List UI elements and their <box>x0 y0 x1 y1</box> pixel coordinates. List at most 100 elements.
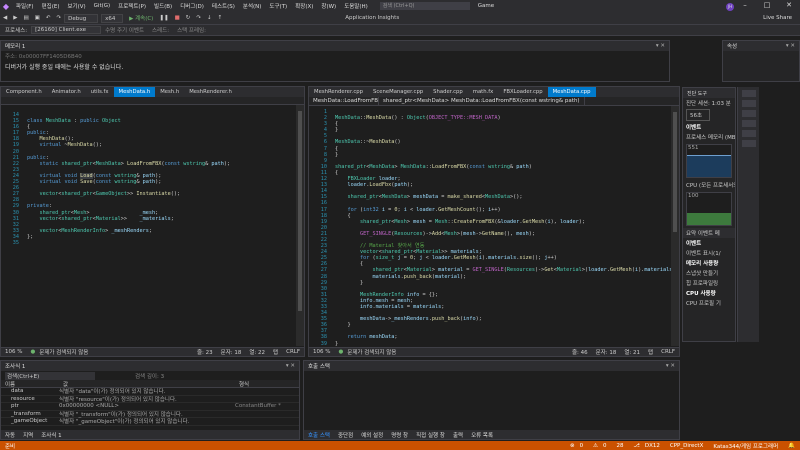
debug-tab[interactable]: 중단점 <box>338 431 353 439</box>
cpu-profile-button[interactable]: CPU 프로필 기 <box>683 298 735 308</box>
platform-select[interactable]: x64 <box>101 13 124 23</box>
menu-item[interactable]: Git(G) <box>94 3 111 9</box>
nav-function-select[interactable]: shared_ptr<MeshData> MeshData::LoadFromF… <box>379 96 585 106</box>
process-select[interactable]: [26160] Client.exe <box>31 26 102 34</box>
editor-tab[interactable]: utils.fx <box>86 87 114 97</box>
config-select[interactable]: Debug <box>64 13 99 23</box>
editor-tab[interactable]: MeshRenderer.cpp <box>309 87 368 97</box>
lifecycle-events-button[interactable]: 수명 주기 이벤트 <box>105 26 144 34</box>
tool-icon[interactable] <box>741 140 756 147</box>
watch-search[interactable]: 검색(Ctrl+E) <box>5 371 95 380</box>
branch-name[interactable]: DX12 <box>645 443 660 449</box>
menu-item[interactable]: 창(W) <box>321 2 336 10</box>
watch-row[interactable]: resource 식별자 "resource"이(가) 정의되어 있지 않습니다. <box>1 396 299 403</box>
nav-class-select[interactable]: MeshData::LoadFromFB <box>309 96 379 106</box>
line-ending[interactable]: CRLF <box>661 349 675 355</box>
menu-item[interactable]: 디버그(D) <box>180 2 204 10</box>
indent-mode[interactable]: 탭 <box>273 348 278 356</box>
debug-tab[interactable]: 오류 목록 <box>471 431 493 439</box>
git-user[interactable]: Katas344/게임 프로그래머 <box>713 442 778 450</box>
user-avatar[interactable]: JH <box>726 3 734 11</box>
continue-button[interactable]: ▶ 계속(C) <box>129 14 153 22</box>
close-icon[interactable]: ✕ <box>778 1 800 11</box>
debug-tab[interactable]: 출력 <box>453 431 463 439</box>
menu-item[interactable]: 도구(T) <box>269 2 287 10</box>
redo-icon[interactable]: ↷ <box>56 15 61 21</box>
menu-item[interactable]: 분석(N) <box>243 2 262 10</box>
menu-item[interactable]: 프로젝트(P) <box>118 2 146 10</box>
issues-status[interactable]: 문제가 검색되지 않음 <box>39 348 88 356</box>
repo-name[interactable]: CPP_DirectX <box>670 443 703 449</box>
pin-icon[interactable]: ▾ ✕ <box>286 363 295 369</box>
save-icon[interactable]: ▣ <box>35 15 40 21</box>
tool-icon[interactable] <box>741 110 756 117</box>
back-icon[interactable]: ◀ <box>3 15 7 21</box>
debug-tab[interactable]: 직접 실행 창 <box>416 431 445 439</box>
undo-icon[interactable]: ↶ <box>46 15 51 21</box>
editor-tab[interactable]: Animator.h <box>47 87 86 97</box>
menu-item[interactable]: 파일(F) <box>16 2 34 10</box>
editor-tab[interactable]: Shader.cpp <box>428 87 468 97</box>
search-input[interactable]: 검색 (Ctrl+Q) <box>379 2 470 10</box>
editor-tab[interactable]: Mesh.h <box>155 87 184 97</box>
right-code-editor[interactable]: MeshRenderer.cpp SceneManager.cpp Shader.c… <box>308 86 680 357</box>
line-ending[interactable]: CRLF <box>286 349 300 355</box>
left-code-editor[interactable]: Component.h Animator.h utils.fx MeshData.h M… <box>0 86 305 357</box>
tool-icon[interactable] <box>741 90 756 97</box>
stop-icon[interactable]: ■ <box>175 15 180 21</box>
editor-tab[interactable]: MeshData.h <box>113 87 156 97</box>
issues-status[interactable]: 문제가 검색되지 않음 <box>347 348 396 356</box>
pin-icon[interactable]: ▾ ✕ <box>656 43 665 49</box>
editor-tab[interactable]: MeshData.cpp <box>547 87 596 97</box>
debug-tab[interactable]: 명령 창 <box>391 431 408 439</box>
warning-icon[interactable]: ⚠ <box>593 443 598 449</box>
menu-item[interactable]: 빌드(B) <box>154 2 172 10</box>
watch-column-header[interactable]: 형식 <box>235 380 295 388</box>
right-scrollbar[interactable] <box>671 106 679 346</box>
editor-tab[interactable]: SceneManager.cpp <box>368 87 428 97</box>
editor-tab[interactable]: math.fx <box>468 87 499 97</box>
branch-icon[interactable]: ⎇ <box>634 443 640 449</box>
tool-icon[interactable] <box>741 120 756 127</box>
zoom-level[interactable]: 106 % <box>313 349 330 355</box>
debug-tab[interactable]: 예외 설정 <box>361 431 383 439</box>
tool-icon[interactable] <box>741 100 756 107</box>
maximize-icon[interactable]: □ <box>756 1 778 11</box>
right-code-area[interactable]: 1 2 MeshData::MeshData() : Object(OBJECT_T… <box>309 109 679 356</box>
new-file-icon[interactable]: ▤ <box>23 15 28 21</box>
editor-tab[interactable]: Component.h <box>1 87 47 97</box>
menu-item[interactable]: 테스트(S) <box>212 2 235 10</box>
pin-icon[interactable]: ▾ ✕ <box>666 363 675 369</box>
watch-column-header[interactable]: 이름 <box>1 380 59 388</box>
menu-item[interactable]: 편집(E) <box>42 2 60 10</box>
pause-icon[interactable]: ❚❚ <box>159 15 168 21</box>
minimize-icon[interactable]: – <box>734 1 756 11</box>
heap-profiling-toggle[interactable]: 힙 프로파일링 <box>683 278 735 288</box>
menu-item[interactable]: 도움말(H) <box>344 2 368 10</box>
bell-icon[interactable]: 🔔 <box>788 443 795 449</box>
error-count[interactable]: 0 <box>580 443 584 449</box>
left-scrollbar[interactable] <box>296 105 304 346</box>
debug-tab[interactable]: 지역 <box>23 431 33 439</box>
pin-icon[interactable]: ▾ ✕ <box>786 43 795 49</box>
warning-count[interactable]: 0 <box>603 443 607 449</box>
step-out-icon[interactable]: ↑ <box>218 15 223 21</box>
step-over-icon[interactable]: ↷ <box>196 15 201 21</box>
zoom-level[interactable]: 106 % <box>5 349 22 355</box>
tool-icon[interactable] <box>741 130 756 137</box>
diag-tabs[interactable]: 요약 이벤트 메 <box>683 228 735 238</box>
debug-tab[interactable]: 호출 스택 <box>308 431 330 439</box>
editor-tab[interactable]: MeshRenderer.h <box>184 87 237 97</box>
indent-mode[interactable]: 탭 <box>648 348 653 356</box>
snapshot-button[interactable]: 스냅샷 만들기 <box>683 268 735 278</box>
watch-depth[interactable]: 검색 깊이: 3 <box>135 372 164 380</box>
debug-tab[interactable]: 자동 <box>5 431 15 439</box>
app-insights-button[interactable]: Application Insights <box>345 15 399 21</box>
diag-events-line[interactable]: 이벤트 표시(1/ <box>683 248 735 258</box>
step-into-icon[interactable]: ↓ <box>207 15 212 21</box>
editor-tab[interactable]: FBXLoader.cpp <box>498 87 547 97</box>
memory-address-field[interactable]: 주소: 0x00007FF1405D6B40 <box>1 51 669 60</box>
menu-item[interactable]: 보기(V) <box>67 2 85 10</box>
restart-icon[interactable]: ↻ <box>186 15 191 21</box>
debug-tab[interactable]: 조사식 1 <box>41 431 61 439</box>
